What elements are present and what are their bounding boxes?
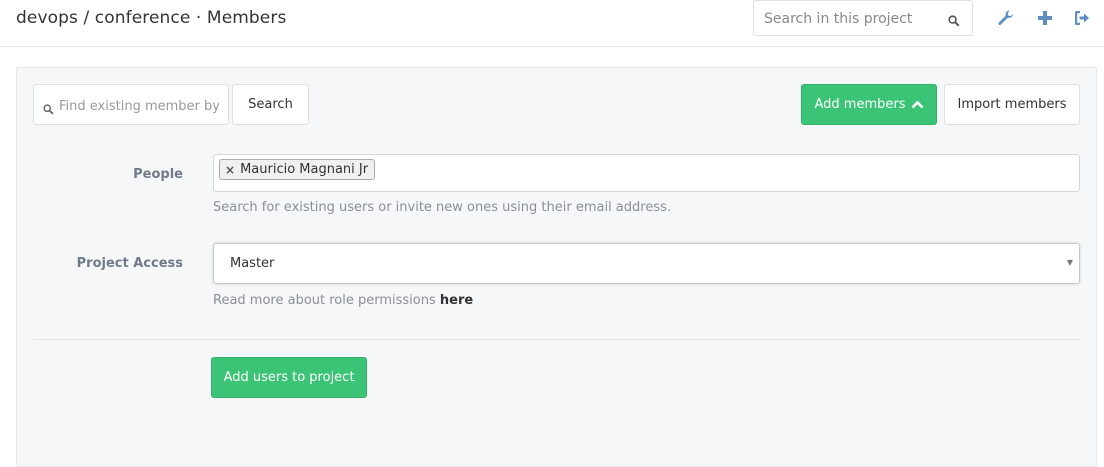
search-button[interactable]: Search: [232, 84, 309, 125]
project-search-input[interactable]: [764, 9, 934, 29]
role-permissions-link[interactable]: here: [440, 293, 473, 308]
sign-out-icon[interactable]: [1073, 9, 1091, 27]
form-divider: [33, 339, 1080, 340]
people-token-label: Mauricio Magnani Jr: [240, 162, 369, 177]
people-label: People: [133, 167, 183, 182]
find-member-input[interactable]: [59, 96, 219, 116]
role-permissions-text: Read more about role permissions: [213, 293, 436, 308]
page-title: devops / conference · Members: [16, 8, 287, 28]
add-members-label: Add members: [814, 97, 906, 112]
project-access-label: Project Access: [76, 256, 183, 271]
search-icon: [43, 100, 54, 119]
project-access-value: Master: [230, 256, 275, 271]
remove-token-icon[interactable]: ×: [225, 163, 235, 177]
add-members-button[interactable]: Add members: [801, 84, 937, 125]
search-icon: [948, 12, 960, 31]
people-token[interactable]: × Mauricio Magnani Jr: [219, 159, 376, 180]
plus-icon[interactable]: [1036, 9, 1054, 27]
role-permissions-help: Read more about role permissions here: [213, 293, 473, 308]
add-users-button[interactable]: Add users to project: [211, 357, 367, 398]
wrench-icon[interactable]: [997, 9, 1015, 27]
top-header: devops / conference · Members: [0, 0, 1104, 47]
people-help-text: Search for existing users or invite new …: [213, 200, 672, 215]
caret-down-icon: ▼: [1066, 258, 1073, 267]
project-search-box[interactable]: [753, 0, 973, 36]
find-member-box[interactable]: [33, 84, 229, 125]
people-input[interactable]: × Mauricio Magnani Jr: [213, 154, 1080, 192]
import-members-button[interactable]: Import members: [944, 84, 1080, 125]
project-access-select[interactable]: Master ▼: [213, 243, 1080, 284]
chevron-up-icon: [911, 100, 924, 109]
